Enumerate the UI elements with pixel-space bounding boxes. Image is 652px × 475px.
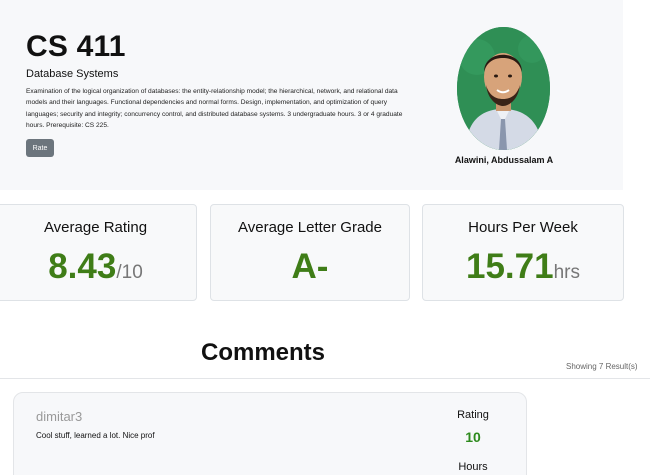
hours-per-week-unit: hrs [553,262,580,283]
course-name: Database Systems [26,68,119,80]
comment-text: Cool stuff, learned a lot. Nice prof [36,431,155,440]
average-grade-value: A- [291,247,329,286]
professor-name: Alawini, Abdussalam A [454,155,554,165]
comment-hours-label: Hours [458,461,488,473]
results-count: Showing 7 Result(s) [566,362,638,371]
comment-rating-value: 10 [465,429,481,445]
average-grade-title: Average Letter Grade [238,219,382,236]
course-description: Examination of the logical organization … [26,88,403,130]
comment-rating-label: Rating [457,409,489,421]
average-rating-value-row: 8.43/10 [0,247,196,293]
professor-photo [457,27,550,150]
course-code: CS 411 [26,30,126,63]
average-rating-unit: /10 [116,262,143,283]
divider [0,378,650,379]
professor-avatar [457,27,550,150]
average-rating-value: 8.43 [48,247,117,286]
comment-card: dimitar3 Cool stuff, learned a lot. Nice… [13,392,527,475]
course-header: CS 411 Database Systems Examination of t… [0,0,623,190]
average-rating-card: Average Rating 8.43/10 [0,204,197,301]
comment-username[interactable]: dimitar3 [36,409,82,424]
average-grade-card: Average Letter Grade A- [210,204,410,301]
rate-button[interactable]: Rate [26,139,54,157]
average-rating-title: Average Rating [43,219,148,236]
comments-heading: Comments [201,339,326,366]
hours-per-week-card: Hours Per Week 15.71hrs [422,204,624,301]
hours-per-week-title: Hours Per Week [468,219,578,236]
hours-per-week-value: 15.71 [466,247,554,286]
hours-per-week-value-row: 15.71hrs [423,247,623,293]
